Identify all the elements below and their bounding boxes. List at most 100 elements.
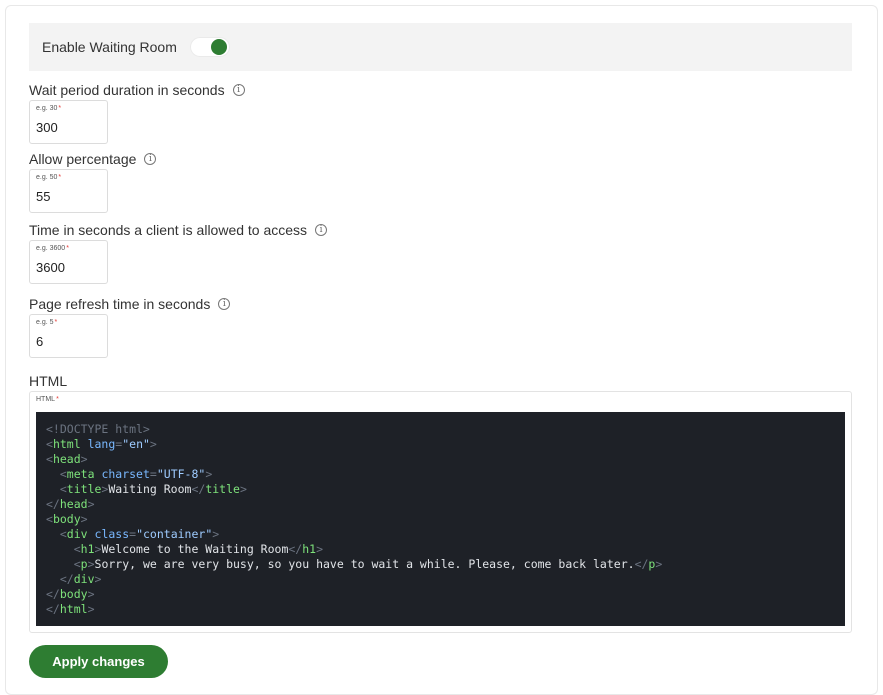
code-token: h1 (80, 542, 95, 556)
code-token: "en" (122, 437, 150, 451)
code-token: </ (46, 587, 60, 601)
code-line: <p>Sorry, we are very busy, so you have … (46, 557, 845, 572)
code-token: </ (191, 482, 206, 496)
code-line: </html> (46, 602, 845, 617)
wait-period-placeholder: e.g. 30* (36, 105, 62, 112)
code-token: > (87, 557, 95, 571)
code-token: </ (288, 542, 303, 556)
code-token: > (149, 437, 157, 451)
code-token: div (73, 572, 95, 586)
code-token: > (87, 602, 95, 616)
code-line: </head> (46, 497, 845, 512)
code-token: "UTF-8" (156, 467, 206, 481)
code-token: < (59, 467, 67, 481)
allow-percentage-label: Allow percentage i (29, 151, 157, 167)
access-time-label-text: Time in seconds a client is allowed to a… (29, 222, 308, 238)
code-token: < (73, 542, 81, 556)
code-token: Welcome to the Waiting Room (101, 542, 289, 556)
wait-period-label-text: Wait period duration in seconds (29, 82, 225, 98)
code-token: > (239, 482, 247, 496)
wait-period-value: 300 (36, 120, 58, 135)
code-line: <div class="container"> (46, 527, 845, 542)
info-icon[interactable]: i (218, 298, 231, 310)
code-line: <head> (46, 452, 845, 467)
code-line: <title>Waiting Room</title> (46, 482, 845, 497)
refresh-time-label: Page refresh time in seconds i (29, 296, 231, 312)
code-token: </ (59, 572, 74, 586)
info-icon[interactable]: i (144, 153, 157, 165)
code-token: < (46, 452, 53, 466)
code-token: > (87, 587, 95, 601)
access-time-value: 3600 (36, 260, 65, 275)
allow-percentage-label-text: Allow percentage (29, 151, 137, 167)
refresh-time-label-text: Page refresh time in seconds (29, 296, 211, 312)
code-token: html (59, 602, 88, 616)
code-token: Sorry, we are very busy, so you have to … (94, 557, 635, 571)
code-token: > (87, 497, 95, 511)
code-token: "container" (136, 527, 213, 541)
code-line: <h1>Welcome to the Waiting Room</h1> (46, 542, 845, 557)
code-token: > (205, 467, 213, 481)
code-token: < (59, 482, 67, 496)
waiting-room-bar: Enable Waiting Room (29, 23, 852, 71)
code-token: <!DOCTYPE html> (46, 422, 150, 436)
refresh-time-input[interactable]: e.g. 5* 6 (29, 314, 108, 358)
code-token: > (94, 572, 102, 586)
code-line: <!DOCTYPE html> (46, 422, 845, 437)
access-time-placeholder: e.g. 3600* (36, 245, 69, 252)
code-token: html (52, 437, 81, 451)
code-line: </body> (46, 587, 845, 602)
code-token: </ (46, 497, 60, 511)
code-token: > (80, 512, 88, 526)
code-token: < (59, 527, 67, 541)
code-token: < (46, 512, 53, 526)
code-token: charset (101, 467, 150, 481)
code-line: </div> (46, 572, 845, 587)
code-token: < (46, 437, 53, 451)
code-token: body (52, 512, 81, 526)
code-token: = (149, 467, 157, 481)
html-placeholder: HTML* (36, 396, 59, 403)
info-icon[interactable]: i (232, 84, 245, 96)
allow-percentage-value: 55 (36, 189, 51, 204)
html-label: HTML (29, 373, 68, 389)
access-time-input[interactable]: e.g. 3600* 3600 (29, 240, 108, 284)
waiting-room-toggle[interactable] (189, 37, 230, 57)
code-token: Waiting Room (108, 482, 192, 496)
info-icon[interactable]: i (315, 224, 328, 236)
html-field: HTML* <!DOCTYPE html> <html lang="en"> <he… (29, 391, 852, 633)
code-token: > (316, 542, 324, 556)
code-token: > (212, 527, 220, 541)
code-token: meta (66, 467, 95, 481)
code-token: head (52, 452, 81, 466)
allow-percentage-placeholder: e.g. 50* (36, 174, 62, 181)
code-token: body (59, 587, 88, 601)
code-token: h1 (302, 542, 317, 556)
code-token: div (66, 527, 88, 541)
allow-percentage-input[interactable]: e.g. 50* 55 (29, 169, 108, 213)
waiting-room-label: Enable Waiting Room (42, 39, 177, 55)
code-token: title (205, 482, 240, 496)
access-time-label: Time in seconds a client is allowed to a… (29, 222, 328, 238)
html-code-editor[interactable]: <!DOCTYPE html> <html lang="en"> <head> <m… (36, 412, 845, 626)
code-token: title (66, 482, 102, 496)
code-line: <body> (46, 512, 845, 527)
code-token: > (655, 557, 663, 571)
code-line: <meta charset="UTF-8"> (46, 467, 845, 482)
code-token: lang (87, 437, 116, 451)
apply-changes-button[interactable]: Apply changes (29, 645, 168, 678)
code-token: > (80, 452, 88, 466)
code-line: <html lang="en"> (46, 437, 845, 452)
wait-period-input[interactable]: e.g. 30* 300 (29, 100, 108, 144)
refresh-time-placeholder: e.g. 5* (36, 319, 58, 326)
code-token: p (80, 557, 88, 571)
code-token: </ (634, 557, 649, 571)
code-token: < (73, 557, 81, 571)
code-token: </ (46, 602, 60, 616)
toggle-knob (210, 39, 227, 55)
